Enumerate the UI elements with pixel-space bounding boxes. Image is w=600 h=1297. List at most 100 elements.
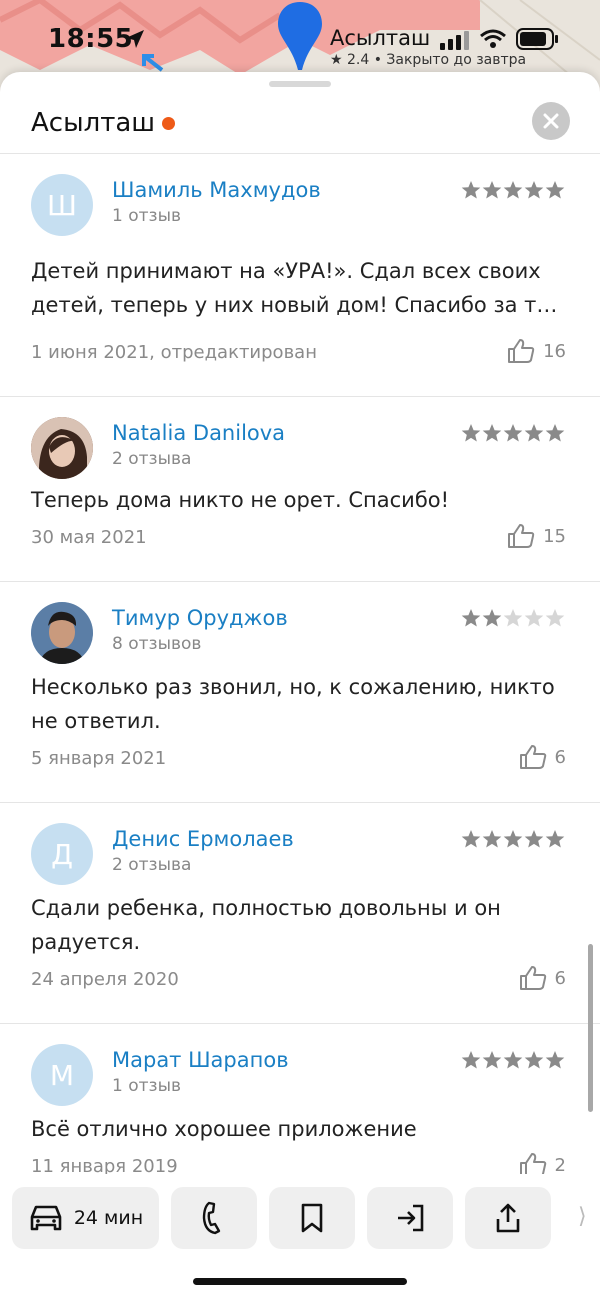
review-author[interactable]: Natalia Danilova: [112, 421, 285, 445]
call-button[interactable]: [171, 1187, 257, 1249]
star-filled-icon: [461, 609, 481, 627]
thumbs-up-icon: [508, 339, 535, 363]
like-count: 6: [554, 967, 566, 989]
like-button[interactable]: 2: [519, 1152, 566, 1174]
review-author[interactable]: Тимур Оруджов: [112, 606, 288, 630]
review-date: 5 января 2021: [31, 748, 167, 769]
star-filled-icon: [461, 1051, 481, 1069]
signal-icon: [440, 31, 469, 50]
phone-icon: [202, 1201, 221, 1235]
rating-stars: [461, 1050, 565, 1070]
star-filled-icon: [482, 424, 502, 442]
star-filled-icon: [545, 424, 565, 442]
home-indicator[interactable]: [193, 1278, 407, 1285]
rating-stars: [461, 423, 565, 443]
thumbs-up-icon: [519, 966, 546, 990]
star-filled-icon: [545, 1051, 565, 1069]
close-icon: [543, 113, 559, 129]
review-item: Ш Шамиль Махмудов 1 отзыв Детей принимаю…: [0, 154, 600, 397]
avatar-photo: [31, 602, 93, 664]
route-button[interactable]: 24 мин: [12, 1187, 159, 1249]
car-icon: [30, 1205, 62, 1231]
entrance-button[interactable]: [367, 1187, 453, 1249]
user-photo-icon: [31, 602, 93, 664]
avatar: М: [31, 1044, 93, 1106]
place-title: Асылташ: [31, 108, 156, 138]
entrance-icon: [398, 1204, 424, 1232]
like-button[interactable]: 6: [519, 744, 566, 770]
close-button[interactable]: [532, 102, 570, 140]
star-filled-icon: [524, 181, 544, 199]
review-text[interactable]: Сдали ребенка, полностью довольны и он р…: [31, 891, 571, 959]
rating-stars: [461, 829, 565, 849]
map-pin-label[interactable]: Асылташ: [330, 26, 430, 50]
review-author[interactable]: Шамиль Махмудов: [112, 178, 321, 202]
like-count: 15: [543, 525, 566, 547]
share-icon: [496, 1203, 520, 1233]
star-filled-icon: [524, 424, 544, 442]
star-filled-icon: [524, 830, 544, 848]
reviews-list[interactable]: Ш Шамиль Махмудов 1 отзыв Детей принимаю…: [0, 154, 600, 1174]
review-item: Тимур Оруджов 8 отзывов Несколько раз зв…: [0, 582, 600, 803]
review-author-count: 8 отзывов: [112, 634, 202, 654]
map-pin-subtitle: ★ 2.4 • Закрыто до завтра: [330, 52, 527, 68]
review-date: 30 мая 2021: [31, 527, 147, 548]
review-item: Д Денис Ермолаев 2 отзыва Сдали ребенка,…: [0, 803, 600, 1024]
status-dot: [162, 117, 175, 130]
user-photo-icon: [31, 417, 93, 479]
star-filled-icon: [461, 424, 481, 442]
like-count: 2: [554, 1154, 566, 1175]
star-filled-icon: [503, 1051, 523, 1069]
review-author-count: 2 отзыва: [112, 449, 192, 469]
review-author-count: 1 отзыв: [112, 1076, 182, 1096]
star-empty-icon: [545, 609, 565, 627]
sheet-grabber[interactable]: [269, 81, 331, 87]
review-item: М Марат Шарапов 1 отзыв Всё отлично хоро…: [0, 1024, 600, 1174]
more-actions-chevron-icon[interactable]: ⟩: [578, 1204, 587, 1229]
like-button[interactable]: 15: [507, 523, 566, 549]
map-pin-icon[interactable]: [276, 0, 324, 72]
like-button[interactable]: 6: [519, 965, 566, 991]
star-empty-icon: [524, 609, 544, 627]
rating-stars: [461, 180, 565, 200]
place-card-sheet: Асылташ Ш Шамиль Махмудов 1 отзыв Детей …: [0, 72, 600, 1297]
star-filled-icon: [545, 181, 565, 199]
review-text[interactable]: Теперь дома никто не орет. Спасибо!: [31, 483, 571, 517]
thumbs-up-icon: [519, 745, 546, 769]
review-text[interactable]: Детей принимают на «УРА!». Сдал всех сво…: [31, 254, 571, 322]
thumbs-up-icon: [519, 1153, 546, 1174]
review-author[interactable]: Денис Ермолаев: [112, 827, 294, 851]
status-time: 18:55: [48, 24, 134, 54]
like-count: 16: [543, 340, 566, 362]
review-author-count: 1 отзыв: [112, 206, 182, 226]
star-filled-icon: [524, 1051, 544, 1069]
like-count: 6: [554, 746, 566, 768]
share-button[interactable]: [465, 1187, 551, 1249]
star-filled-icon: [503, 181, 523, 199]
star-filled-icon: [482, 609, 502, 627]
star-filled-icon: [461, 181, 481, 199]
star-filled-icon: [482, 181, 502, 199]
review-author-count: 2 отзыва: [112, 855, 192, 875]
like-button[interactable]: 16: [507, 338, 566, 364]
thumbs-up-icon: [508, 524, 535, 548]
review-text[interactable]: Всё отлично хорошее приложение: [31, 1112, 571, 1146]
avatar: Ш: [31, 174, 93, 236]
star-filled-icon: [503, 830, 523, 848]
star-filled-icon: [545, 830, 565, 848]
bookmark-button[interactable]: [269, 1187, 355, 1249]
review-item: Natalia Danilova 2 отзыва Теперь дома ни…: [0, 397, 600, 582]
review-date: 11 января 2019: [31, 1156, 178, 1174]
rating-stars: [461, 608, 565, 628]
status-bar: 18:55 Асылташ ★ 2.4 • Закрыто до завтра: [0, 0, 600, 80]
review-text[interactable]: Несколько раз звонил, но, к сожалению, н…: [31, 670, 571, 738]
avatar: Д: [31, 823, 93, 885]
star-filled-icon: [482, 1051, 502, 1069]
battery-icon: [516, 28, 558, 50]
review-author[interactable]: Марат Шарапов: [112, 1048, 289, 1072]
action-bar: 24 мин ⟩: [0, 1174, 600, 1297]
star-filled-icon: [482, 830, 502, 848]
wifi-icon: [480, 29, 506, 48]
scrollbar[interactable]: [588, 944, 593, 1112]
location-arrow-icon: [126, 30, 144, 48]
